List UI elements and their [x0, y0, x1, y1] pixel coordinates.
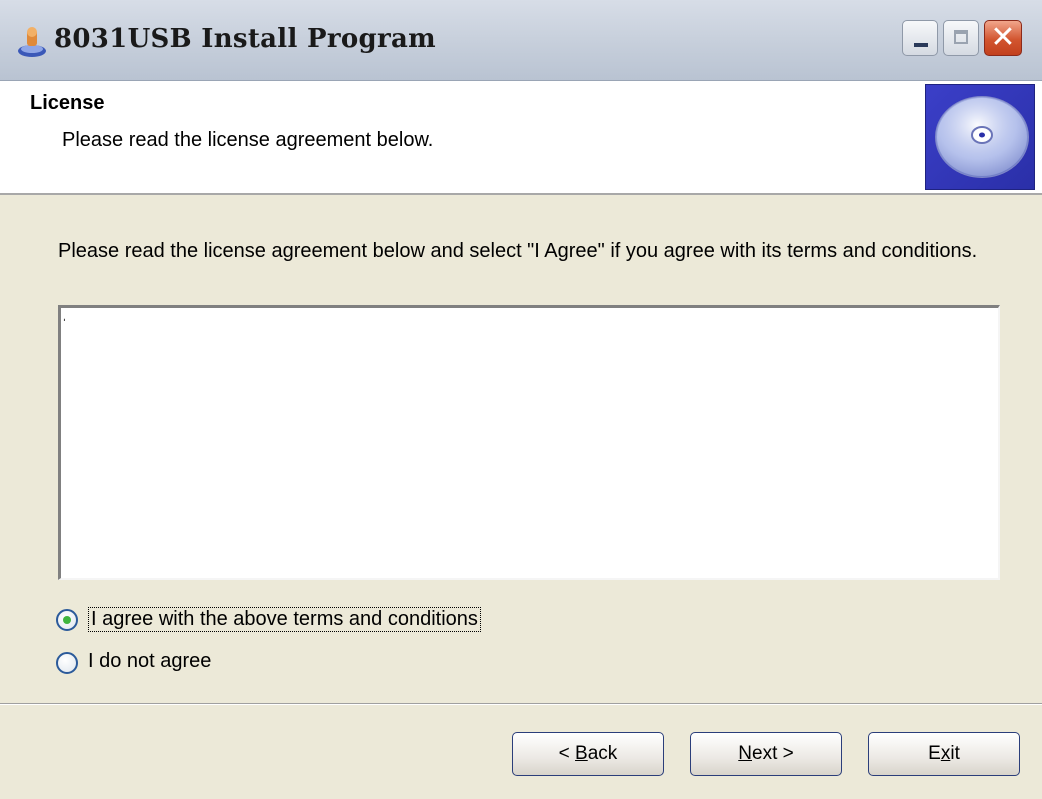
- footer-divider: [0, 703, 1042, 705]
- next-button[interactable]: Next >: [690, 732, 842, 776]
- intro-text: Please read the license agreement below …: [58, 240, 978, 262]
- close-icon: ✕: [990, 20, 1016, 55]
- exit-button[interactable]: Exit: [868, 732, 1020, 776]
- page-title: License: [30, 92, 105, 114]
- page-subtitle: Please read the license agreement below.: [62, 129, 434, 151]
- radio-checked-icon: [56, 609, 78, 631]
- radio-selected-dot: [63, 616, 71, 624]
- back-button[interactable]: < Back: [512, 732, 664, 776]
- maximize-button[interactable]: [943, 20, 979, 56]
- next-rest: ext >: [752, 743, 794, 764]
- back-mnemonic: B: [575, 743, 588, 764]
- installer-icon: [18, 27, 46, 57]
- installer-window: 8031USB Install Program ✕ License Please…: [0, 0, 1042, 799]
- cd-disc-icon: [925, 84, 1035, 190]
- radio-unchecked-icon: [56, 652, 78, 674]
- exit-rest: it: [950, 743, 960, 764]
- license-text-area[interactable]: [58, 305, 1000, 580]
- exit-mnemonic: x: [940, 743, 951, 764]
- minimize-button[interactable]: [902, 20, 938, 56]
- disagree-radio-label: I do not agree: [88, 650, 212, 672]
- minimize-icon: [914, 43, 928, 47]
- close-button[interactable]: ✕: [984, 20, 1022, 56]
- maximize-icon: [954, 30, 968, 44]
- back-rest: ack: [587, 743, 618, 764]
- agree-radio-label: I agree with the above terms and conditi…: [88, 607, 481, 632]
- license-text: ˈ: [62, 316, 67, 332]
- exit-prefix: E: [928, 743, 941, 764]
- back-prefix: <: [558, 743, 576, 764]
- title-bar[interactable]: 8031USB Install Program ✕: [0, 0, 1042, 81]
- next-mnemonic: N: [738, 743, 752, 764]
- window-title: 8031USB Install Program: [54, 24, 436, 54]
